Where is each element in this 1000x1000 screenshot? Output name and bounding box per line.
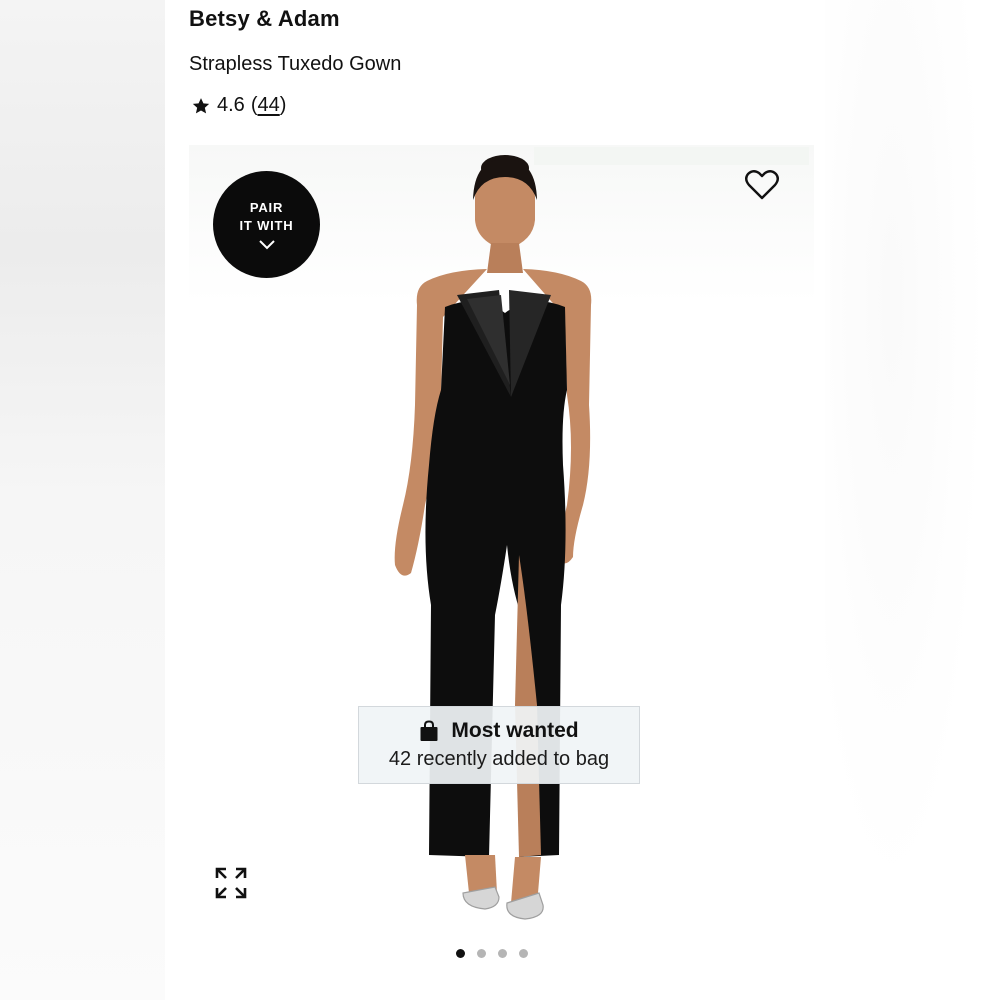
review-count-link[interactable]: 44 [257, 94, 279, 117]
carousel-dot-2[interactable] [477, 949, 486, 958]
pair-label-line1: PAIR [249, 199, 284, 215]
most-wanted-subtitle: 42 recently added to bag [388, 748, 610, 770]
product-rating[interactable]: 4.6 (44) [191, 94, 286, 117]
shopping-bag-icon [420, 720, 438, 741]
product-title: Strapless Tuxedo Gown [189, 53, 402, 75]
pair-label-line2: IT WITH [239, 217, 294, 233]
left-background [0, 0, 165, 1000]
most-wanted-heading: Most wanted [419, 719, 579, 743]
review-count-wrapper[interactable]: (44) [251, 94, 287, 117]
most-wanted-banner: Most wanted 42 recently added to bag [358, 706, 640, 784]
most-wanted-title: Most wanted [451, 719, 579, 742]
right-background [820, 0, 1000, 1000]
rating-value: 4.6 [217, 94, 245, 116]
carousel-dot-4[interactable] [519, 949, 528, 958]
heart-icon[interactable] [744, 168, 780, 202]
brand-name[interactable]: Betsy & Adam [189, 6, 340, 32]
pair-it-with-button[interactable]: PAIR IT WITH [213, 171, 320, 278]
carousel-dot-3[interactable] [498, 949, 507, 958]
expand-arrows-icon[interactable] [214, 866, 248, 900]
chevron-down-icon [258, 239, 275, 249]
carousel-pagination [456, 949, 528, 958]
carousel-dot-1[interactable] [456, 949, 465, 958]
star-icon [192, 97, 210, 113]
